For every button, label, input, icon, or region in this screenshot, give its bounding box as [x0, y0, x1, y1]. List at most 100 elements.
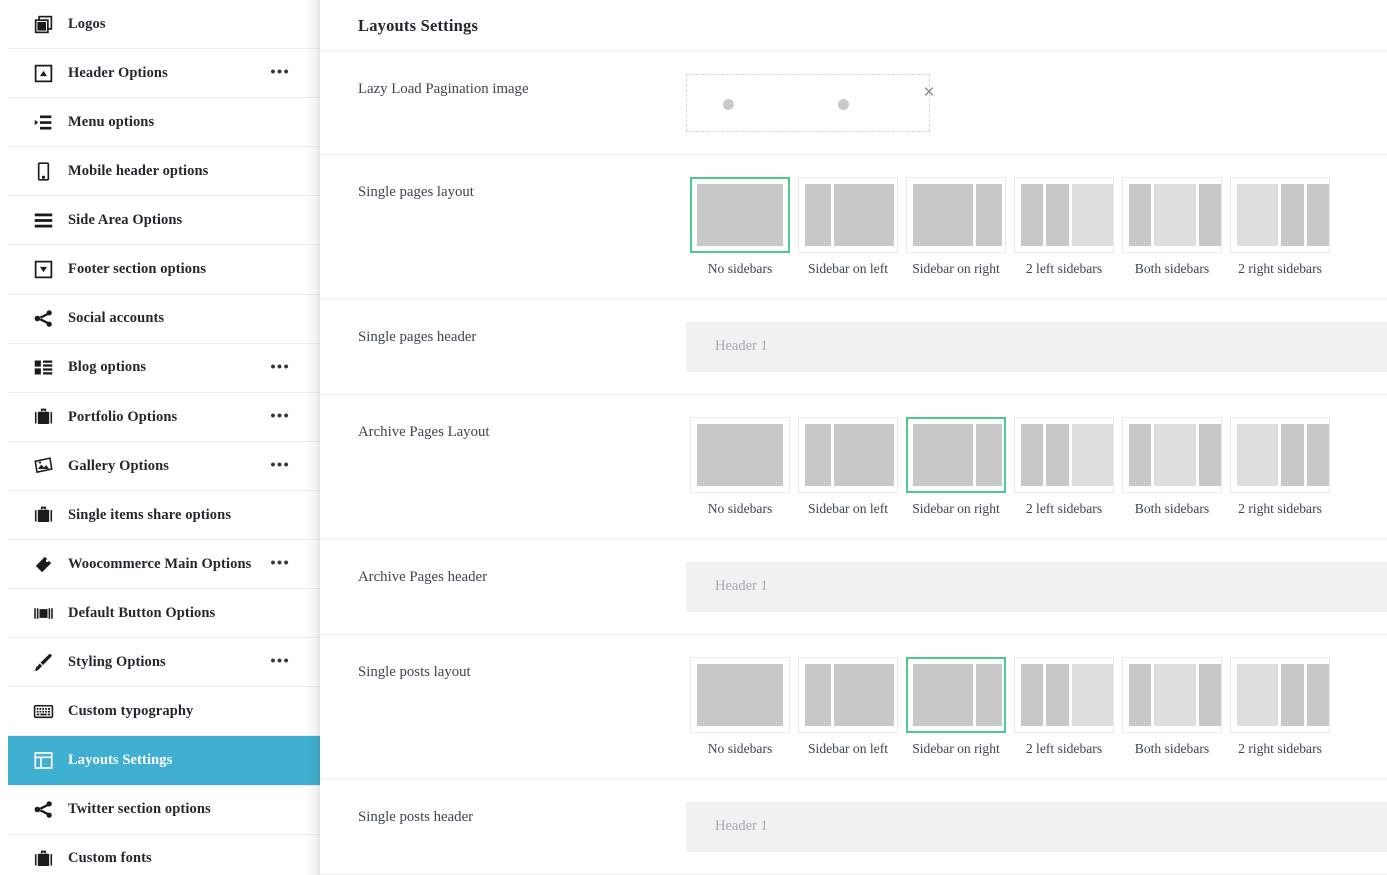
layout-block-light [1154, 663, 1196, 726]
sidebar-item-more-icon[interactable]: ••• [270, 409, 290, 424]
sidebar-item-more-icon[interactable]: ••• [270, 65, 290, 81]
layout-option-2-left-sidebars[interactable]: 2 left sidebars [1010, 177, 1118, 277]
layout-thumbnail [1014, 177, 1114, 253]
layout-thumbnail [690, 177, 790, 253]
layout-block-dark [805, 184, 831, 246]
sidebar-item-more-icon[interactable]: ••• [270, 458, 290, 473]
setting-control: No sidebars Sidebar on left Sidebar on rig… [686, 656, 1387, 757]
header-select[interactable]: Header 1 [686, 801, 1387, 852]
sidebar-item-label: Gallery Options [68, 457, 169, 474]
layout-option-label: 2 right sidebars [1238, 261, 1322, 276]
layout-block-dark [1198, 663, 1221, 726]
layout-option-no-sidebars[interactable]: No sidebars [686, 656, 794, 757]
layout-option-sidebar-on-left[interactable]: Sidebar on left [794, 416, 902, 517]
layout-option-label: 2 right sidebars [1238, 500, 1322, 516]
sidebar-item-styling-options[interactable]: Styling Options ••• [8, 637, 320, 687]
gallery-icon [30, 453, 56, 479]
layout-thumbnail [1230, 177, 1330, 253]
setting-row-single-posts-layout: Single posts layout No sidebars Sidebar on… [320, 635, 1387, 780]
layout-option-2-right-sidebars[interactable]: 2 right sidebars [1226, 177, 1334, 277]
layout-thumbnail [1122, 177, 1222, 253]
setting-row-single-posts-header: Single posts header Header 1 [320, 780, 1387, 875]
sidebar-item-more-icon[interactable]: ••• [270, 360, 290, 375]
setting-control: Header 1 [686, 801, 1387, 852]
sidebar-item-list: Logos Header Options ••• Menu options Mobile… [8, 0, 320, 875]
layout-option-sidebar-on-left[interactable]: Sidebar on left [794, 656, 902, 757]
setting-row-archive-pages-layout: Archive Pages Layout No sidebars Sidebar o… [320, 395, 1387, 540]
layout-block-light [1071, 663, 1113, 726]
placeholder-dot-icon [723, 99, 734, 110]
layout-option-sidebar-on-right[interactable]: Sidebar on right [902, 177, 1010, 277]
sidebar-item-twitter-section-options[interactable]: Twitter section options [8, 784, 320, 834]
remove-image-icon[interactable]: × [920, 83, 938, 102]
sidebar-item-label: Blog options [68, 359, 147, 376]
header-select[interactable]: Header 1 [686, 321, 1387, 372]
image-upload-dropzone[interactable]: × [686, 74, 935, 132]
layout-block-dark [1198, 184, 1221, 246]
layout-option-label: 2 left sidebars [1025, 261, 1103, 276]
layout-option-label: Sidebar on left [807, 261, 889, 276]
sidebar-item-header-options[interactable]: Header Options ••• [8, 48, 320, 98]
layout-option-2-right-sidebars[interactable]: 2 right sidebars [1226, 416, 1334, 517]
layout-option-both-sidebars[interactable]: Both sidebars [1118, 177, 1226, 277]
layout-option-no-sidebars[interactable]: No sidebars [686, 177, 794, 277]
layout-option-2-right-sidebars[interactable]: 2 right sidebars [1226, 656, 1334, 757]
layouts-icon [30, 747, 56, 773]
layout-block-dark [1129, 184, 1152, 246]
layout-block-dark [976, 423, 1002, 486]
sidebar-item-portfolio-options[interactable]: Portfolio Options ••• [8, 391, 320, 441]
sidebar-item-label: Default Button Options [68, 604, 216, 621]
layout-block-dark [1021, 663, 1044, 726]
layout-thumbnail [1014, 656, 1114, 733]
layout-block-dark [1046, 663, 1069, 726]
sidebar-item-logos[interactable]: Logos [8, 0, 320, 49]
header-select[interactable]: Header 1 [686, 561, 1387, 612]
sidebar-item-blog-options[interactable]: Blog options ••• [8, 342, 320, 392]
layout-option-both-sidebars[interactable]: Both sidebars [1118, 416, 1226, 517]
layout-block-dark [697, 184, 783, 246]
layout-block-dark [913, 663, 974, 726]
sidebar-item-mobile-header-options[interactable]: Mobile header options [8, 146, 320, 196]
layout-thumbnail [906, 656, 1006, 733]
mobile-icon [30, 158, 56, 184]
layout-option-2-left-sidebars[interactable]: 2 left sidebars [1010, 416, 1118, 517]
sidebar-item-more-icon[interactable]: ••• [270, 654, 290, 670]
layout-option-label: Sidebar on right [912, 740, 1000, 756]
sidebar-item-label: Custom typography [68, 703, 194, 720]
sidebar-item-custom-fonts[interactable]: Custom fonts [8, 833, 320, 875]
layout-thumbnail [1014, 416, 1114, 493]
layout-option-both-sidebars[interactable]: Both sidebars [1118, 656, 1226, 757]
settings-content: Layouts Settings Lazy Load Pagination im… [320, 0, 1387, 875]
layout-option-2-left-sidebars[interactable]: 2 left sidebars [1010, 656, 1118, 757]
sidebar-item-default-button-options[interactable]: Default Button Options [8, 588, 320, 638]
setting-row-single-pages-layout: Single pages layout No sidebars Sidebar on… [320, 155, 1387, 300]
sidebar-item-label: Portfolio Options [68, 408, 178, 425]
setting-label: Archive Pages header [358, 568, 488, 585]
sidebar-item-more-icon[interactable]: ••• [270, 556, 290, 572]
layout-option-label: Sidebar on right [912, 500, 1000, 516]
layout-option-label: 2 left sidebars [1025, 740, 1103, 756]
layout-block-dark [1129, 423, 1152, 486]
sidebar-item-single-items-share-options[interactable]: Single items share options [8, 489, 320, 540]
layout-option-sidebar-on-left[interactable]: Sidebar on left [794, 177, 902, 277]
layout-block-dark [833, 663, 894, 726]
sidebar-item-woocommerce-main-options[interactable]: Woocommerce Main Options ••• [8, 539, 320, 589]
sidebar-item-custom-typography[interactable]: Custom typography [8, 686, 320, 736]
layout-block-dark [833, 423, 894, 486]
sidebar-item-footer-section-options[interactable]: Footer section options [8, 244, 320, 294]
layout-option-no-sidebars[interactable]: No sidebars [686, 416, 794, 517]
layout-option-sidebar-on-right[interactable]: Sidebar on right [902, 656, 1010, 757]
layout-option-sidebar-on-right[interactable]: Sidebar on right [902, 416, 1010, 517]
layout-block-dark [805, 663, 831, 726]
sidebar-item-menu-options[interactable]: Menu options [8, 97, 320, 147]
sidebar-item-layouts-settings[interactable]: Layouts Settings [8, 735, 320, 785]
sidebar-item-side-area-options[interactable]: Side Area Options [8, 195, 320, 245]
sidebar-item-social-accounts[interactable]: Social accounts [8, 293, 320, 343]
sidebar-item-gallery-options[interactable]: Gallery Options ••• [8, 440, 320, 490]
sidebar-item-label: Logos [68, 15, 106, 32]
setting-row-single-pages-header: Single pages header Header 1 [320, 300, 1387, 395]
layout-option-group: No sidebars Sidebar on left Sidebar on rig… [686, 177, 1387, 277]
layout-block-dark [1281, 184, 1304, 246]
layout-thumbnail [798, 177, 898, 253]
setting-control: × [686, 74, 1387, 132]
